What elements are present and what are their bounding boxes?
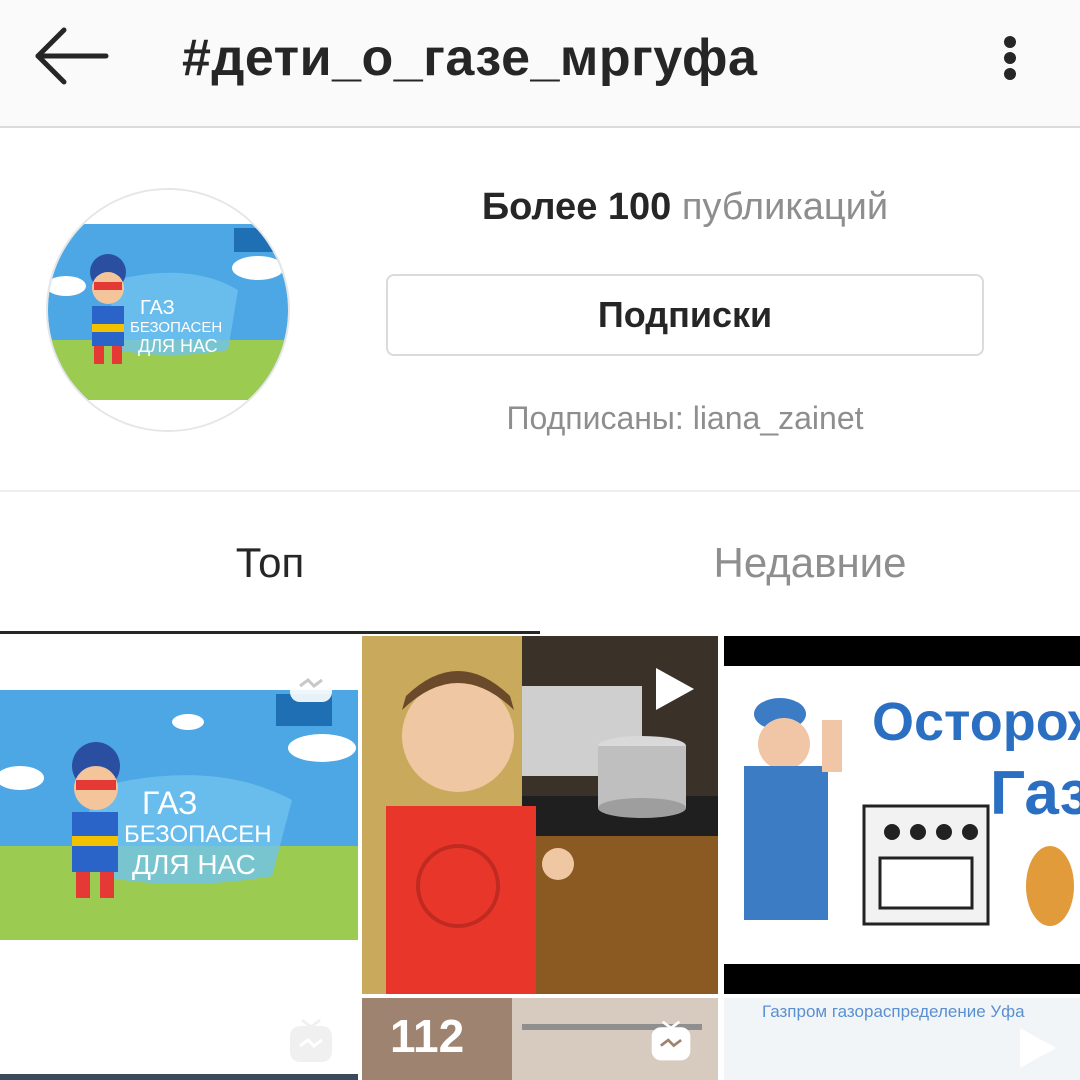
avatar-text-line-2: БЕЗОПАСЕН: [130, 319, 222, 336]
post5-number: 112: [390, 1010, 464, 1062]
post-tile-5[interactable]: 112: [362, 998, 718, 1080]
arrow-left-icon: [35, 27, 109, 85]
posts-count-label: публикаций: [681, 186, 889, 228]
post3-text-2: Газ: [990, 759, 1080, 828]
avatar-image: ГАЗ БЕЗОПАСЕН ДЛЯ НАС: [48, 190, 288, 430]
posts-count: Более 100 публикаций: [385, 186, 985, 229]
post6-caption: Газпром газораспределение Уфа: [762, 1002, 1025, 1021]
igtv-icon: [651, 1020, 691, 1061]
igtv-icon: [290, 658, 332, 702]
post-tile-6[interactable]: Газпром газораспределение Уфа: [724, 998, 1080, 1080]
back-button[interactable]: [32, 24, 112, 88]
avatar-text-line-3: ДЛЯ НАС: [138, 336, 218, 356]
play-icon: [1020, 668, 1056, 708]
active-tab-indicator: [0, 631, 540, 634]
followed-by-text[interactable]: Подписаны: liana_zainet: [385, 400, 985, 437]
play-icon: [656, 668, 694, 710]
following-button[interactable]: Подписки: [386, 274, 984, 356]
posts-count-value: Более 100: [481, 186, 672, 228]
post-tile-4[interactable]: [0, 998, 358, 1080]
app-header: #дети_о_газе_мргуфа: [0, 0, 1080, 128]
post-tile-1[interactable]: ГАЗ БЕЗОПАСЕН ДЛЯ НАС: [0, 636, 358, 994]
post1-text-line-1: ГАЗ: [142, 785, 198, 821]
post-tile-2[interactable]: [362, 636, 718, 994]
avatar-text-line-1: ГАЗ: [140, 297, 175, 319]
tab-top[interactable]: Топ: [0, 492, 540, 634]
tab-recent[interactable]: Недавние: [540, 492, 1080, 634]
more-vertical-icon: [1004, 36, 1016, 48]
post-tile-3[interactable]: Осторожно Газ: [724, 636, 1080, 994]
post1-text-line-3: ДЛЯ НАС: [132, 849, 256, 880]
igtv-icon: [290, 1018, 332, 1062]
more-options-button[interactable]: [990, 28, 1030, 88]
post1-text-line-2: БЕЗОПАСЕН: [124, 821, 272, 848]
play-icon: [1020, 1028, 1056, 1068]
hashtag-avatar: ГАЗ БЕЗОПАСЕН ДЛЯ НАС: [46, 188, 290, 432]
page-title: #дети_о_газе_мргуфа: [182, 29, 758, 87]
post-image-4-strip: [0, 1074, 358, 1080]
